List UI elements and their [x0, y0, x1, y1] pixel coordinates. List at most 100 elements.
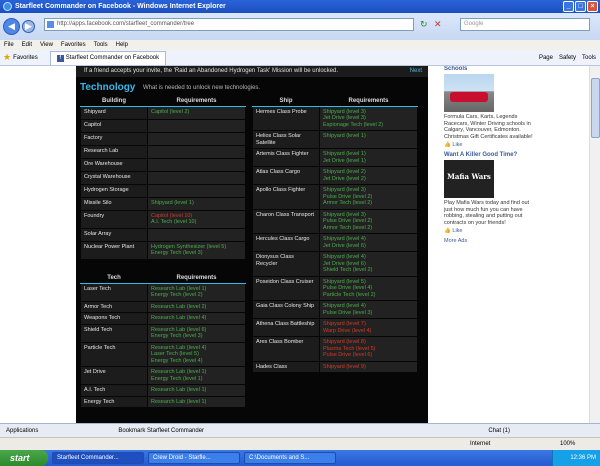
- applications-button[interactable]: Applications: [6, 428, 38, 434]
- item-requirements: [147, 227, 246, 242]
- security-zone: Internet: [470, 441, 491, 447]
- item-name[interactable]: Crystal Warehouse: [80, 170, 148, 185]
- taskbar-item[interactable]: C:\Documents and S...: [244, 452, 336, 464]
- item-requirements: Shipyard (level 4) Pulse Drive (level 3): [319, 300, 418, 319]
- next-link[interactable]: Next: [410, 66, 422, 77]
- item-name[interactable]: Hercules Class Cargo: [252, 233, 320, 252]
- item-name[interactable]: Research Lab: [80, 144, 148, 159]
- item-name[interactable]: Shipyard: [80, 105, 148, 120]
- start-button[interactable]: start: [0, 450, 48, 466]
- item-name[interactable]: Ares Class Bomber: [252, 336, 320, 362]
- menu-tools[interactable]: Tools: [94, 40, 108, 50]
- ad-image-racecar[interactable]: [444, 74, 494, 112]
- item-requirements: Research Lab (level 4) Laser Tech (level …: [147, 341, 246, 367]
- bookmark-link[interactable]: Bookmark Starfleet Commander: [118, 428, 204, 434]
- like-link[interactable]: 👍 Like: [444, 228, 534, 234]
- back-button[interactable]: ◀: [3, 18, 20, 35]
- menu-view[interactable]: View: [40, 40, 53, 50]
- table-row: Solar Array: [80, 227, 246, 242]
- item-name[interactable]: Shield Tech: [80, 323, 148, 343]
- item-name[interactable]: Nuclear Power Plant: [80, 240, 148, 260]
- item-name[interactable]: Athena Class Battleship: [252, 318, 320, 337]
- item-name[interactable]: Solar Array: [80, 227, 148, 242]
- item-name[interactable]: Armor Tech: [80, 300, 148, 313]
- item-name[interactable]: Poseidon Class Cruiser: [252, 275, 320, 301]
- taskbar-item[interactable]: Starfleet Commander...: [52, 452, 144, 464]
- scrollbar-thumb[interactable]: [591, 78, 600, 138]
- forward-button[interactable]: ▶: [22, 20, 35, 33]
- table-row: Missile Silo Shipyard (level 1): [80, 196, 246, 211]
- search-input[interactable]: Google: [460, 18, 590, 31]
- tab-starfleet[interactable]: f Starfleet Commander on Facebook: [49, 50, 167, 65]
- item-requirements: Research Lab (level 1): [147, 384, 246, 397]
- table-row: Nuclear Power Plant Hydrogen Synthesizer …: [80, 240, 246, 260]
- star-icon[interactable]: ★: [3, 52, 11, 63]
- page-menu[interactable]: Page: [539, 55, 553, 61]
- safety-menu[interactable]: Safety: [559, 55, 576, 61]
- table-row: A.I. Tech Research Lab (level 1): [80, 384, 246, 397]
- item-requirements: Shipyard (level 3) Pulse Drive (level 2) A…: [319, 184, 418, 210]
- item-name[interactable]: Hydrogen Storage: [80, 183, 148, 198]
- table-row: Laser Tech Research Lab (level 1) Energy T…: [80, 282, 246, 302]
- menu-favorites[interactable]: Favorites: [61, 40, 86, 50]
- item-name[interactable]: Atlas Class Cargo: [252, 166, 320, 185]
- more-ads-link[interactable]: More Ads: [444, 238, 534, 244]
- like-link[interactable]: 👍 Like: [444, 142, 534, 148]
- address-text: http://apps.facebook.com/starfleet_comma…: [57, 21, 195, 27]
- close-button[interactable]: ×: [587, 1, 598, 12]
- menu-file[interactable]: File: [4, 40, 14, 50]
- ad-heading[interactable]: Schools: [444, 66, 534, 72]
- item-name[interactable]: Jet Drive: [80, 366, 148, 385]
- item-name[interactable]: Hades Class: [252, 360, 320, 373]
- zoom-level[interactable]: 100%: [560, 441, 575, 447]
- tools-menu[interactable]: Tools: [582, 55, 596, 61]
- requirement-met: Jet Drive (level 2): [323, 175, 366, 182]
- menu-help[interactable]: Help: [116, 40, 128, 50]
- item-name[interactable]: Ore Warehouse: [80, 157, 148, 172]
- item-requirements: [147, 157, 246, 172]
- item-name[interactable]: Laser Tech: [80, 282, 148, 302]
- table-row: Ore Warehouse: [80, 157, 246, 172]
- requirement-met: Espionage Tech (level 2): [323, 121, 384, 128]
- item-name[interactable]: Hermes Class Probe: [252, 105, 320, 131]
- item-name[interactable]: Dionysus Class Recycler: [252, 251, 320, 277]
- item-name[interactable]: A.I. Tech: [80, 384, 148, 397]
- table-row: Research Lab: [80, 144, 246, 159]
- stop-icon[interactable]: ✕: [434, 19, 445, 30]
- item-name[interactable]: Helios Class Solar Satellite: [252, 130, 320, 149]
- page-subtitle: What is needed to unlock new technologie…: [143, 85, 261, 91]
- requirement-met: Energy Tech (level 4): [151, 357, 203, 364]
- item-name[interactable]: Particle Tech: [80, 341, 148, 367]
- requirement-unmet: Warp Drive (level 4): [323, 327, 372, 334]
- item-name[interactable]: Foundry: [80, 209, 148, 229]
- item-requirements: Research Lab (level 1) Energy Tech (level…: [147, 366, 246, 385]
- minimize-button[interactable]: _: [563, 1, 574, 12]
- vertical-scrollbar[interactable]: [589, 66, 600, 423]
- item-name[interactable]: Artemis Class Fighter: [252, 148, 320, 167]
- item-name[interactable]: Factory: [80, 131, 148, 146]
- favorites-button[interactable]: Favorites: [13, 55, 38, 61]
- ad-heading[interactable]: Want A Killer Good Time?: [444, 152, 534, 158]
- ie-icon: [3, 2, 12, 11]
- address-bar[interactable]: http://apps.facebook.com/starfleet_comma…: [44, 18, 414, 31]
- item-name[interactable]: Missile Silo: [80, 196, 148, 211]
- refresh-icon[interactable]: ↻: [420, 19, 431, 30]
- ad-image-mafia-wars[interactable]: Mafia Wars: [444, 160, 494, 198]
- chat-button[interactable]: Chat (1): [488, 428, 510, 434]
- item-name[interactable]: Apollo Class Fighter: [252, 184, 320, 210]
- navigation-bar: ◀ ▶ http://apps.facebook.com/starfleet_c…: [0, 13, 600, 40]
- taskbar-item[interactable]: Crew Droid - Starfle...: [148, 452, 240, 464]
- requirement-met: Research Lab (level 2): [151, 303, 207, 310]
- item-requirements: Research Lab (level 2): [147, 300, 246, 313]
- item-name[interactable]: Gaia Class Colony Ship: [252, 300, 320, 319]
- maximize-button[interactable]: □: [575, 1, 586, 12]
- item-name[interactable]: Energy Tech: [80, 395, 148, 408]
- item-name[interactable]: Weapons Tech: [80, 312, 148, 325]
- requirement-met: Energy Tech (level 1): [151, 375, 203, 382]
- item-name[interactable]: Capitol: [80, 118, 148, 133]
- invite-banner: If a friend accepts your invite, the 'Ra…: [76, 66, 428, 77]
- menu-edit[interactable]: Edit: [22, 40, 32, 50]
- page-icon: [47, 21, 54, 28]
- table-row: Hercules Class Cargo Shipyard (level 4) Je…: [252, 233, 418, 252]
- item-name[interactable]: Charon Class Transport: [252, 208, 320, 234]
